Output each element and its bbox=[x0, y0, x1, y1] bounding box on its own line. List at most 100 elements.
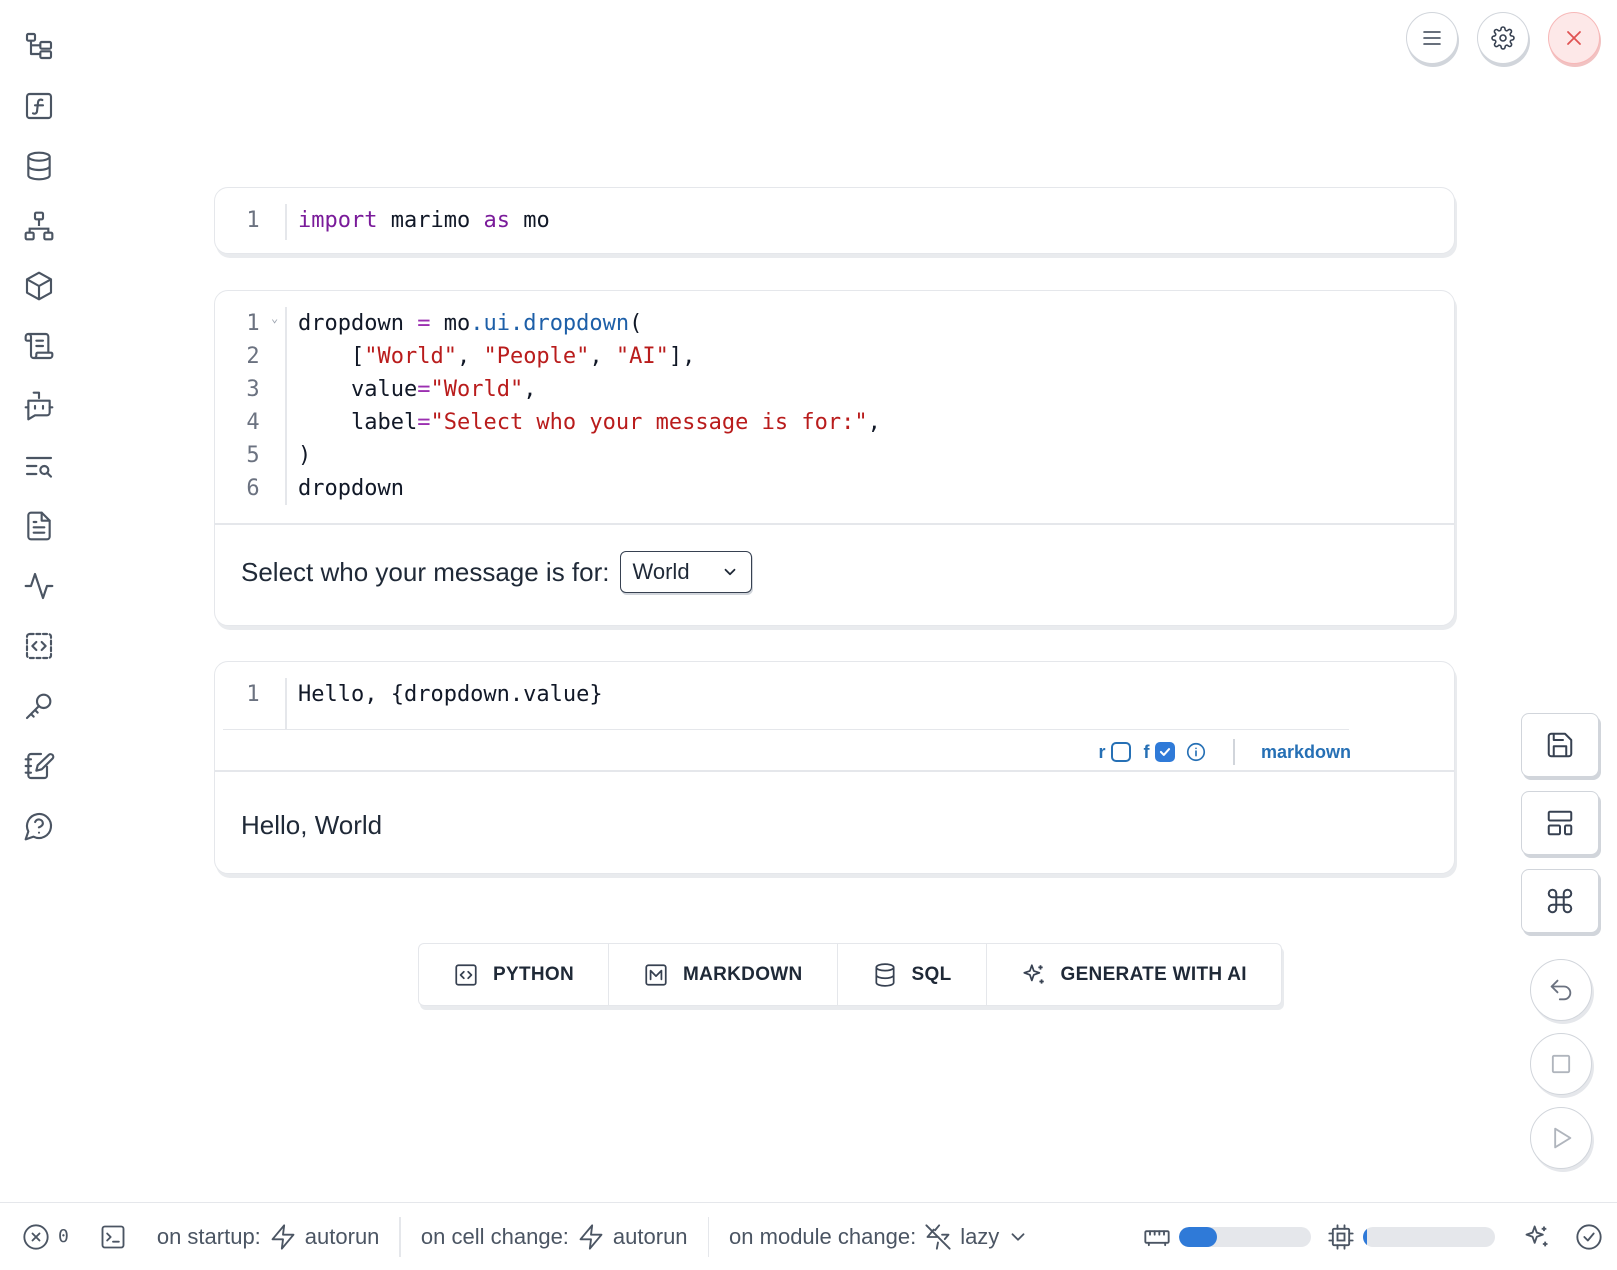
code-token: ) bbox=[298, 443, 312, 468]
footer-separator bbox=[399, 1216, 401, 1257]
code-token: import bbox=[298, 208, 378, 233]
code-token: "People" bbox=[483, 344, 590, 369]
line-number: 4 bbox=[246, 410, 260, 435]
memory-bar-fill bbox=[1179, 1226, 1218, 1247]
code-token: marimo bbox=[377, 208, 484, 233]
terminal-button[interactable] bbox=[99, 1223, 127, 1251]
generate-ai-label: GENERATE WITH AI bbox=[1060, 963, 1247, 985]
chevron-down-icon bbox=[1011, 1232, 1025, 1241]
secrets-key-icon[interactable] bbox=[18, 685, 60, 727]
code-token: ( bbox=[629, 311, 643, 336]
sparkles-icon bbox=[1525, 1225, 1548, 1246]
add-sql-label: SQL bbox=[911, 963, 952, 985]
help-icon[interactable] bbox=[18, 805, 60, 847]
message-recipient-dropdown[interactable]: World bbox=[619, 551, 752, 593]
scratchpad-notebook-icon[interactable] bbox=[18, 745, 60, 787]
startup-mode[interactable]: on startup: autorun bbox=[157, 1223, 379, 1251]
code-editor[interactable]: 1 Hello, {dropdown.value} bbox=[223, 678, 1349, 730]
code-token: "Select who your message is for:" bbox=[430, 410, 868, 435]
ai-assistant-bot-icon[interactable] bbox=[18, 385, 60, 427]
code-text: dropdown bbox=[298, 472, 404, 505]
markdown-cell-hello: 1 Hello, {dropdown.value} r f markdown He… bbox=[214, 661, 1455, 874]
packages-icon[interactable] bbox=[18, 265, 60, 307]
add-python-label: PYTHON bbox=[493, 963, 574, 985]
hamburger-icon bbox=[1423, 31, 1441, 45]
run-all-button[interactable] bbox=[1530, 1107, 1592, 1169]
code-token: dropdown bbox=[298, 476, 404, 501]
memory-bar bbox=[1179, 1226, 1311, 1247]
code-token: as bbox=[483, 208, 510, 233]
code-token: "AI" bbox=[615, 344, 669, 369]
errors-indicator[interactable]: 0 bbox=[22, 1223, 69, 1251]
dropdown-label: Select who your message is for: bbox=[241, 556, 610, 587]
menu-button[interactable] bbox=[1406, 12, 1458, 64]
search-text-icon[interactable] bbox=[18, 445, 60, 487]
cell-change-value: autorun bbox=[612, 1223, 688, 1249]
raw-string-checkbox[interactable] bbox=[1111, 742, 1132, 762]
code-line: 1 dropdown = mo.ui.dropdown( bbox=[223, 307, 1446, 340]
code-editor[interactable]: 1 dropdown = mo.ui.dropdown(2 ["World", "… bbox=[223, 307, 1446, 505]
ai-completion-button[interactable] bbox=[1523, 1223, 1551, 1251]
f-string-checkbox[interactable] bbox=[1155, 742, 1176, 762]
shutdown-button[interactable] bbox=[1548, 12, 1600, 64]
markdown-cell-toolbar: r f markdown bbox=[1098, 737, 1351, 767]
cell-change-mode[interactable]: on cell change: autorun bbox=[421, 1223, 688, 1251]
snippets-icon[interactable] bbox=[18, 625, 60, 667]
footer-separator bbox=[707, 1216, 710, 1257]
code-token: [ bbox=[298, 344, 365, 369]
module-change-value: lazy bbox=[960, 1223, 1000, 1249]
variables-icon[interactable] bbox=[18, 85, 60, 127]
undo-button[interactable] bbox=[1530, 959, 1592, 1021]
interrupt-button[interactable] bbox=[1530, 1033, 1592, 1095]
code-text: label="Select who your message is for:", bbox=[298, 406, 881, 439]
cpu-bar-fill bbox=[1363, 1226, 1367, 1247]
markdown-output: Hello, World bbox=[241, 810, 383, 840]
line-number: 1 bbox=[246, 682, 260, 707]
save-floppy-icon bbox=[1547, 732, 1573, 758]
cpu-icon bbox=[1328, 1223, 1354, 1250]
connection-status[interactable] bbox=[1575, 1223, 1603, 1251]
language-toggle[interactable]: markdown bbox=[1261, 742, 1351, 763]
lightning-off-icon bbox=[925, 1223, 951, 1250]
line-number: 5 bbox=[246, 443, 260, 468]
code-line: 1 import marimo as mo bbox=[223, 204, 1446, 237]
module-change-mode[interactable]: on module change: lazy bbox=[729, 1223, 1029, 1251]
layout-button[interactable] bbox=[1521, 791, 1599, 855]
markdown-square-icon bbox=[645, 963, 667, 986]
code-token: , bbox=[523, 377, 537, 402]
code-text: Hello, {dropdown.value} bbox=[298, 678, 603, 711]
outline-icon[interactable] bbox=[18, 325, 60, 367]
dependencies-icon[interactable] bbox=[18, 205, 60, 247]
sparkles-icon bbox=[1022, 963, 1044, 984]
cpu-usage[interactable] bbox=[1327, 1223, 1495, 1251]
line-number: 3 bbox=[246, 377, 260, 402]
add-markdown-cell-button[interactable]: MARKDOWN bbox=[609, 944, 838, 1005]
code-line: 5) bbox=[223, 439, 1446, 472]
add-sql-cell-button[interactable]: SQL bbox=[838, 944, 987, 1005]
check-circle-icon bbox=[1576, 1223, 1602, 1250]
chevron-down-icon bbox=[724, 568, 735, 576]
add-python-cell-button[interactable]: PYTHON bbox=[419, 944, 609, 1005]
file-explorer-icon[interactable] bbox=[18, 25, 60, 67]
settings-button[interactable] bbox=[1477, 12, 1529, 64]
output-divider bbox=[215, 770, 1454, 772]
command-palette-button[interactable] bbox=[1521, 869, 1599, 933]
code-token: value bbox=[298, 377, 418, 402]
code-text: value="World", bbox=[298, 373, 536, 406]
generate-with-ai-button[interactable]: GENERATE WITH AI bbox=[987, 944, 1281, 1005]
documentation-icon[interactable] bbox=[18, 505, 60, 547]
memory-usage[interactable] bbox=[1143, 1223, 1311, 1251]
code-line: 2 ["World", "People", "AI"], bbox=[223, 340, 1446, 373]
output-divider bbox=[215, 523, 1454, 525]
save-button[interactable] bbox=[1521, 713, 1599, 777]
lightning-icon bbox=[271, 1223, 295, 1250]
tracing-activity-icon[interactable] bbox=[18, 565, 60, 607]
datasources-icon[interactable] bbox=[18, 145, 60, 187]
code-lines: 1 dropdown = mo.ui.dropdown(2 ["World", "… bbox=[223, 307, 1446, 505]
code-text: import marimo as mo bbox=[298, 204, 550, 237]
code-editor[interactable]: 1 import marimo as mo bbox=[223, 204, 1446, 240]
info-icon[interactable] bbox=[1185, 741, 1207, 763]
code-token: dropdown bbox=[298, 311, 418, 336]
fold-chevron-icon[interactable]: ⌄ bbox=[271, 311, 278, 325]
code-token: = bbox=[417, 377, 431, 402]
